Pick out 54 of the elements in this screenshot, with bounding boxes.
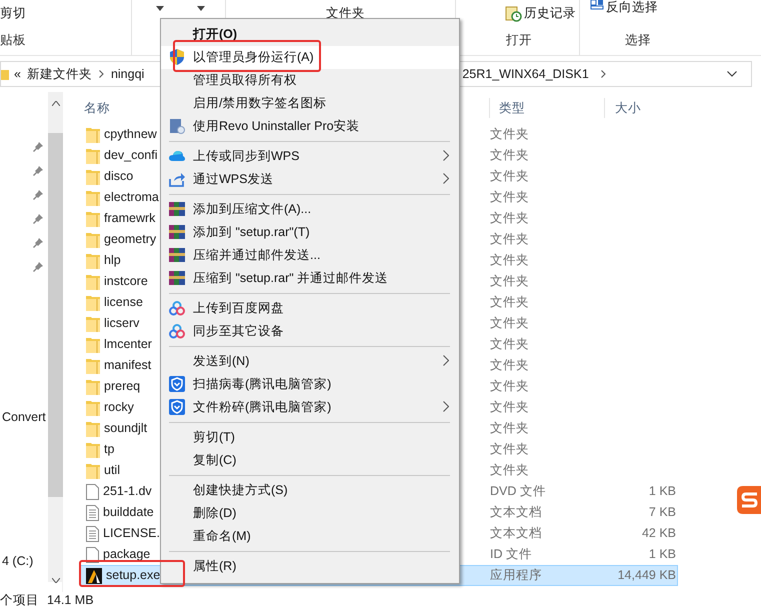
file-name: tp bbox=[104, 442, 114, 457]
file-type: 文件夹 bbox=[490, 295, 529, 309]
file-name: geometry bbox=[104, 232, 156, 247]
file-type: 文件夹 bbox=[490, 253, 529, 267]
file-name: license bbox=[104, 295, 143, 310]
file-name: builddate bbox=[103, 505, 154, 520]
file-name: LICENSE. bbox=[103, 526, 160, 541]
file-size: 7 KB bbox=[648, 505, 676, 519]
group-label: 贴板 bbox=[0, 33, 26, 48]
file-size: 42 KB bbox=[642, 526, 676, 540]
file-type: 文件夹 bbox=[490, 274, 529, 288]
file-name: dev_confi bbox=[104, 148, 158, 163]
file-name: rocky bbox=[104, 400, 134, 415]
file-name: soundjlt bbox=[104, 421, 148, 436]
file-type: DVD 文件 bbox=[490, 484, 546, 498]
file-type: 文件夹 bbox=[490, 358, 529, 372]
file-type: ID 文件 bbox=[490, 547, 532, 561]
file-name: package bbox=[103, 547, 150, 562]
file-size: 14,449 KB bbox=[618, 568, 676, 582]
item-count: 个项目 bbox=[0, 593, 39, 608]
file-size: 1 KB bbox=[648, 484, 676, 498]
file-type: 文件夹 bbox=[490, 211, 529, 225]
file-type: 文件夹 bbox=[490, 463, 529, 477]
file-type: 应用程序 bbox=[490, 568, 542, 582]
file-name: lmcenter bbox=[104, 337, 152, 352]
file-type: 文件夹 bbox=[490, 148, 529, 162]
file-name: cpythnew bbox=[104, 127, 157, 142]
group-label: 选择 bbox=[625, 33, 651, 48]
file-type: 文件夹 bbox=[490, 316, 529, 330]
file-type: 文件夹 bbox=[490, 421, 529, 435]
total-size: 14.1 MB bbox=[47, 593, 94, 608]
file-name: framewrk bbox=[104, 211, 156, 226]
file-size: 1 KB bbox=[648, 547, 676, 561]
file-type: 文本文档 bbox=[490, 526, 542, 540]
group-label: 打开 bbox=[506, 33, 532, 48]
file-type: 文件夹 bbox=[490, 337, 529, 351]
file-type: 文本文档 bbox=[490, 505, 542, 519]
file-type: 文件夹 bbox=[490, 400, 529, 414]
file-name: util bbox=[104, 463, 120, 478]
file-type: 文件夹 bbox=[490, 190, 529, 204]
file-type: 文件夹 bbox=[490, 127, 529, 141]
file-type: 文件夹 bbox=[490, 442, 529, 456]
file-type: 文件夹 bbox=[490, 232, 529, 246]
file-type: 文件夹 bbox=[490, 169, 529, 183]
file-name: hlp bbox=[104, 253, 121, 268]
file-name: 251-1.dv bbox=[103, 484, 152, 499]
file-name: electroma bbox=[104, 190, 159, 205]
file-name: instcore bbox=[104, 274, 148, 289]
file-name: setup.exe bbox=[106, 568, 160, 583]
file-name: licserv bbox=[104, 316, 140, 331]
file-name: disco bbox=[104, 169, 134, 184]
file-type: 文件夹 bbox=[490, 379, 529, 393]
file-name: prereq bbox=[104, 379, 140, 394]
file-name: manifest bbox=[104, 358, 152, 373]
